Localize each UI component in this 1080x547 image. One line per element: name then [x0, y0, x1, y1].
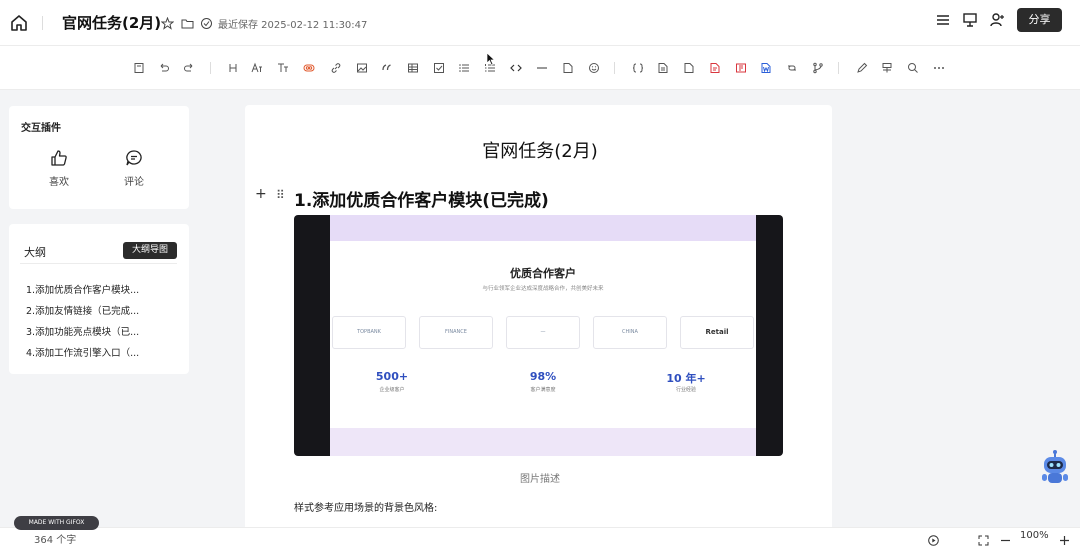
tab-outline[interactable]: 大纲	[24, 244, 46, 260]
partner-logo: FINANCE	[419, 316, 493, 349]
add-block-icon[interactable]: +	[255, 186, 267, 202]
emoji-icon[interactable]	[588, 62, 600, 74]
redo-icon[interactable]	[183, 62, 195, 74]
add-collaborator-icon[interactable]	[989, 12, 1005, 28]
image-caption[interactable]: 图片描述	[0, 470, 1080, 485]
paragraph-text[interactable]: 样式参考应用场景的背景色风格:	[294, 499, 437, 514]
stat-label: 行业经验	[675, 387, 696, 393]
pdf-icon[interactable]	[709, 62, 721, 74]
image-icon[interactable]	[356, 62, 368, 74]
embedded-image-content: 优质合作客户 与行业领军企业达成深度战略合作，共创美好未来 TOPBANK FI…	[330, 215, 756, 456]
image-top-band	[330, 215, 756, 241]
ai-assistant-robot-icon[interactable]	[1040, 449, 1070, 486]
gifox-watermark: MADE WITH GIFOX	[14, 516, 99, 530]
pen-icon[interactable]	[856, 62, 868, 74]
highlight-icon[interactable]	[303, 62, 315, 74]
image-subtitle: 与行业领军企业达成深度战略合作，共创美好未来	[482, 286, 604, 292]
text-style-icon[interactable]	[277, 62, 289, 74]
status-bar	[0, 527, 1080, 547]
divider-icon[interactable]	[536, 62, 548, 74]
home-icon[interactable]	[10, 14, 28, 32]
branch-icon[interactable]	[812, 62, 824, 74]
outline-item[interactable]: 3.添加功能亮点模块（已...	[26, 324, 176, 338]
folder-icon[interactable]	[181, 15, 194, 29]
stat-value: 10 年+	[666, 372, 706, 385]
mouse-cursor-icon	[486, 51, 496, 70]
image-title: 优质合作客户	[510, 267, 576, 280]
search-icon[interactable]	[907, 62, 919, 74]
more-icon[interactable]	[933, 62, 945, 74]
word-count: 364 个字	[34, 535, 77, 546]
outline-divider	[20, 263, 177, 264]
heading-icon[interactable]	[227, 62, 239, 74]
editor-toolbar	[0, 46, 1080, 90]
star-icon[interactable]	[160, 15, 175, 30]
saved-check-icon	[200, 15, 213, 29]
stat-label: 企业级客户	[379, 387, 405, 393]
zoom-out-icon[interactable]	[1000, 531, 1011, 542]
outline-item[interactable]: 2.添加友情链接（已完成...	[26, 303, 176, 317]
toolbar-divider	[838, 62, 839, 74]
drag-handle-icon[interactable]: ⠿	[276, 188, 285, 202]
quote-icon[interactable]	[381, 62, 393, 74]
last-saved-text: 最近保存 2025-02-12 11:30:47	[218, 20, 368, 31]
top-header: 官网任务(2月) 最近保存 2025-02-12 11:30:47 分享	[0, 0, 1080, 46]
code-icon[interactable]	[510, 62, 522, 74]
document-heading[interactable]: 官网任务(2月)	[0, 137, 1080, 163]
checklist-icon[interactable]	[433, 62, 445, 74]
font-size-icon[interactable]	[251, 62, 263, 74]
section-heading[interactable]: 1.添加优质合作客户模块(已完成)	[294, 186, 549, 211]
outline-item[interactable]: 4.添加工作流引擎入口（...	[26, 345, 176, 359]
toolbar-divider	[614, 62, 615, 74]
doc-blank-icon[interactable]	[683, 62, 695, 74]
image-bottom-band	[330, 428, 756, 456]
link-icon[interactable]	[330, 62, 342, 74]
file-icon[interactable]	[562, 62, 574, 74]
partner-logo: —	[506, 316, 580, 349]
zoom-in-icon[interactable]	[1059, 531, 1070, 545]
presentation-icon[interactable]	[962, 12, 978, 28]
fullscreen-icon[interactable]	[978, 531, 989, 546]
outline-mindmap-button[interactable]: 大纲导图	[123, 242, 177, 259]
play-icon[interactable]	[928, 531, 939, 546]
menu-icon[interactable]	[935, 12, 951, 28]
embed-icon[interactable]	[786, 62, 798, 74]
partner-logo: Retail	[680, 316, 754, 349]
word-icon[interactable]	[760, 62, 772, 74]
doc-icon[interactable]	[657, 62, 669, 74]
bullet-list-icon[interactable]	[458, 62, 470, 74]
ppt-icon[interactable]	[735, 62, 747, 74]
save-icon[interactable]	[133, 62, 145, 74]
undo-icon[interactable]	[158, 62, 170, 74]
toolbar-divider	[210, 62, 211, 74]
embedded-image[interactable]: 优质合作客户 与行业领军企业达成深度战略合作，共创美好未来 TOPBANK FI…	[294, 215, 783, 456]
table-icon[interactable]	[407, 62, 419, 74]
formula-icon[interactable]	[632, 62, 644, 74]
outline-item[interactable]: 1.添加优质合作客户模块...	[26, 282, 176, 296]
zoom-level: 100%	[1020, 530, 1049, 541]
interaction-panel-title: 交互插件	[21, 123, 61, 134]
document-title[interactable]: 官网任务(2月)	[62, 12, 161, 33]
comment-label: 评论	[124, 177, 144, 188]
partner-logo: CHINA	[593, 316, 667, 349]
stat-label: 客户满意度	[530, 387, 556, 393]
like-label: 喜欢	[49, 177, 69, 188]
stat-value: 98%	[529, 370, 557, 383]
share-button[interactable]: 分享	[1017, 8, 1062, 32]
format-painter-icon[interactable]	[881, 62, 893, 74]
stat-value: 500+	[375, 370, 409, 383]
header-divider	[42, 16, 43, 30]
partner-logo: TOPBANK	[332, 316, 406, 349]
